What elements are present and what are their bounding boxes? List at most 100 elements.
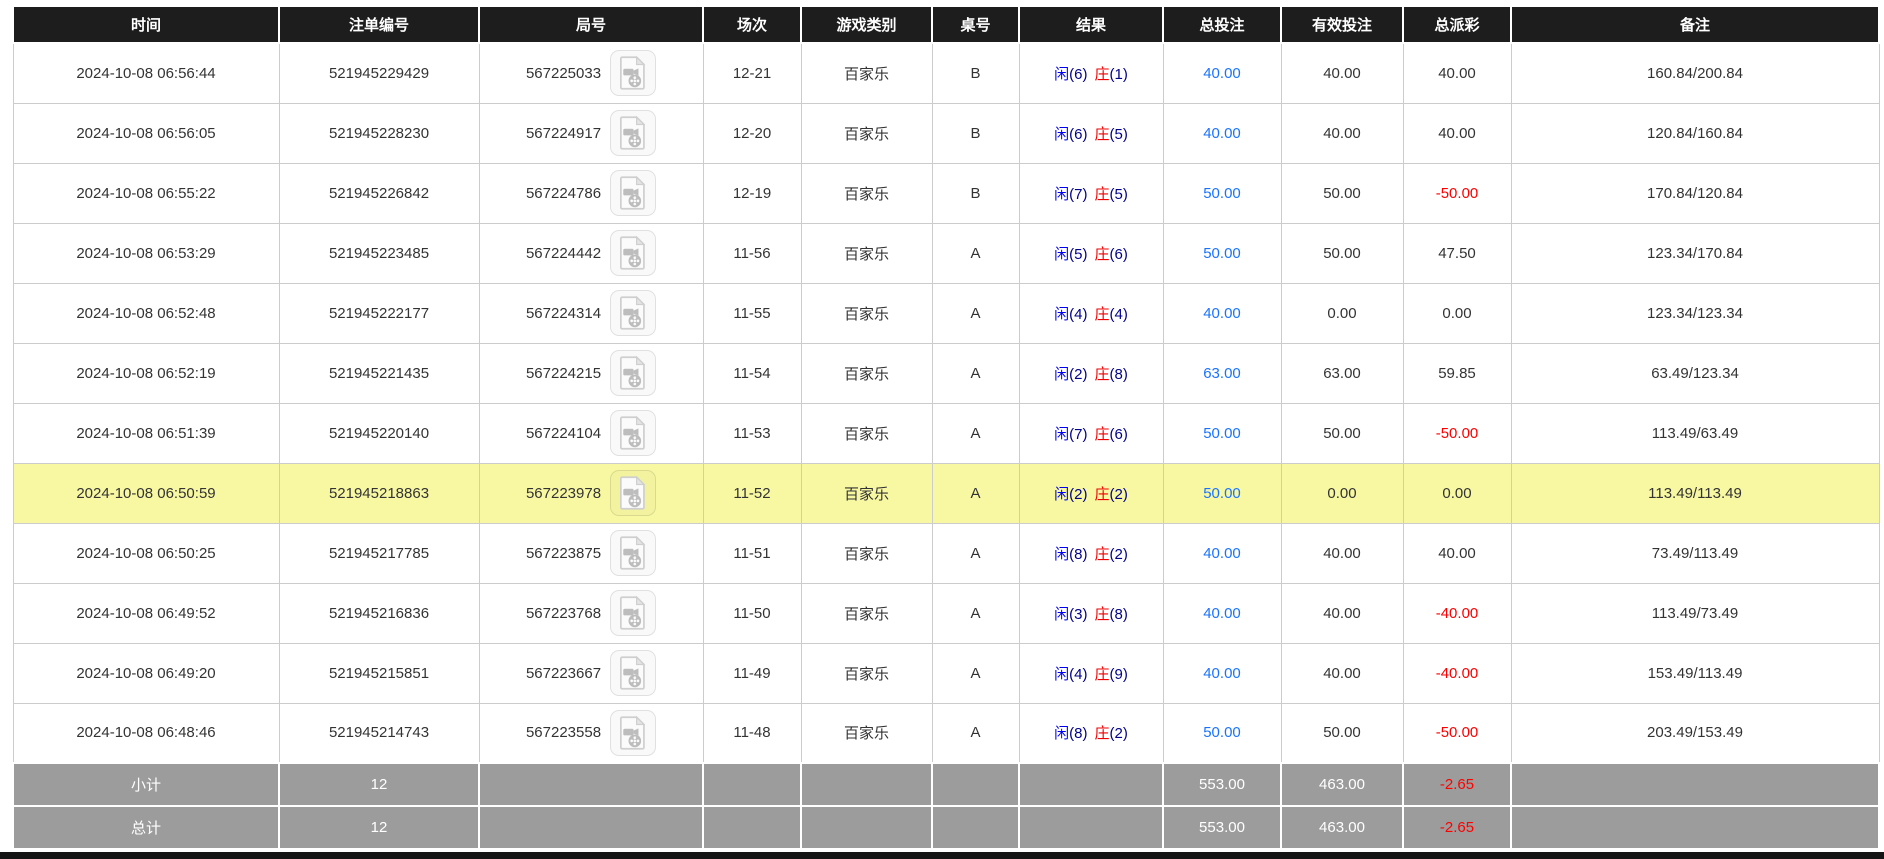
round-no-text: 567223667 (526, 665, 601, 682)
result-banker-label: 庄 (1095, 126, 1110, 143)
cell-order-no: 521945226842 (279, 163, 479, 223)
video-replay-button[interactable] (610, 650, 656, 696)
col-header-order-no: 注单编号 (279, 6, 479, 43)
video-replay-button[interactable] (610, 290, 656, 336)
video-replay-button[interactable] (610, 710, 656, 756)
video-replay-button[interactable] (610, 230, 656, 276)
cell-order-no: 521945228230 (279, 103, 479, 163)
result-player-score: (3) (1069, 606, 1087, 623)
table-row[interactable]: 2024-10-08 06:56:05 521945228230 5672249… (13, 103, 1879, 163)
total-bet-link[interactable]: 40.00 (1203, 65, 1241, 82)
cell-table-no: A (932, 643, 1019, 703)
result-player-label: 闲 (1054, 126, 1069, 143)
total-bet-link[interactable]: 40.00 (1203, 545, 1241, 562)
video-replay-button[interactable] (610, 410, 656, 456)
result-banker-label: 庄 (1095, 426, 1110, 443)
total-bet-link[interactable]: 50.00 (1203, 724, 1241, 741)
result-player-label: 闲 (1054, 186, 1069, 203)
total-bet-link[interactable]: 50.00 (1203, 185, 1241, 202)
cell-table-no: A (932, 223, 1019, 283)
cell-session: 12-21 (703, 43, 801, 103)
table-row[interactable]: 2024-10-08 06:56:44 521945229429 5672250… (13, 43, 1879, 103)
total-bet-link[interactable]: 40.00 (1203, 665, 1241, 682)
bet-records-table-wrap: 时间 注单编号 局号 场次 游戏类别 桌号 结果 总投注 有效投注 总派彩 备注… (0, 0, 1884, 850)
table-row[interactable]: 2024-10-08 06:48:46 521945214743 5672235… (13, 703, 1879, 763)
video-replay-button[interactable] (610, 530, 656, 576)
cell-total-bet: 40.00 (1163, 583, 1281, 643)
total-bet-link[interactable]: 40.00 (1203, 305, 1241, 322)
video-replay-button[interactable] (610, 590, 656, 636)
video-replay-button[interactable] (610, 110, 656, 156)
table-row[interactable]: 2024-10-08 06:50:25 521945217785 5672238… (13, 523, 1879, 583)
cell-remark: 153.49/113.49 (1511, 643, 1879, 703)
cell-remark: 63.49/123.34 (1511, 343, 1879, 403)
total-bet-link[interactable]: 40.00 (1203, 605, 1241, 622)
result-player-label: 闲 (1054, 426, 1069, 443)
cell-session: 11-56 (703, 223, 801, 283)
grand-total-payout: -2.65 (1403, 806, 1511, 849)
cell-result: 闲(7)庄(5) (1019, 163, 1163, 223)
result-banker-label: 庄 (1095, 725, 1110, 742)
cell-time: 2024-10-08 06:56:44 (13, 43, 279, 103)
result-player-label: 闲 (1054, 725, 1069, 742)
cell-remark: 123.34/170.84 (1511, 223, 1879, 283)
table-row[interactable]: 2024-10-08 06:52:19 521945221435 5672242… (13, 343, 1879, 403)
cell-time: 2024-10-08 06:49:20 (13, 643, 279, 703)
cell-time: 2024-10-08 06:50:59 (13, 463, 279, 523)
table-row[interactable]: 2024-10-08 06:51:39 521945220140 5672241… (13, 403, 1879, 463)
round-no-text: 567224442 (526, 245, 601, 262)
video-replay-button[interactable] (610, 50, 656, 96)
total-bet-link[interactable]: 63.00 (1203, 365, 1241, 382)
header-row: 时间 注单编号 局号 场次 游戏类别 桌号 结果 总投注 有效投注 总派彩 备注 (13, 6, 1879, 43)
table-row[interactable]: 2024-10-08 06:49:52 521945216836 5672237… (13, 583, 1879, 643)
cell-order-no: 521945222177 (279, 283, 479, 343)
col-header-game-type: 游戏类别 (801, 6, 932, 43)
result-player-score: (7) (1069, 426, 1087, 443)
cell-valid-bet: 40.00 (1281, 583, 1403, 643)
table-row[interactable]: 2024-10-08 06:52:48 521945222177 5672243… (13, 283, 1879, 343)
video-file-icon (618, 356, 648, 390)
cell-round-no: 567225033 (479, 43, 703, 103)
video-file-icon (618, 596, 648, 630)
table-row[interactable]: 2024-10-08 06:55:22 521945226842 5672247… (13, 163, 1879, 223)
result-player-label: 闲 (1054, 306, 1069, 323)
total-bet-link[interactable]: 50.00 (1203, 425, 1241, 442)
cell-game-type: 百家乐 (801, 43, 932, 103)
grand-total-count: 12 (279, 806, 479, 849)
subtotal-valid-bet: 463.00 (1281, 763, 1403, 806)
total-bet-link[interactable]: 50.00 (1203, 245, 1241, 262)
round-no-text: 567223558 (526, 724, 601, 741)
cell-result: 闲(5)庄(6) (1019, 223, 1163, 283)
subtotal-count: 12 (279, 763, 479, 806)
table-row[interactable]: 2024-10-08 06:49:20 521945215851 5672236… (13, 643, 1879, 703)
cell-round-no: 567224917 (479, 103, 703, 163)
cell-round-no: 567224215 (479, 343, 703, 403)
video-replay-button[interactable] (610, 170, 656, 216)
cell-session: 11-51 (703, 523, 801, 583)
subtotal-total-bet: 553.00 (1163, 763, 1281, 806)
cell-total-bet: 40.00 (1163, 103, 1281, 163)
result-player-score: (7) (1069, 186, 1087, 203)
cell-session: 11-50 (703, 583, 801, 643)
cell-game-type: 百家乐 (801, 223, 932, 283)
video-replay-button[interactable] (610, 350, 656, 396)
cell-round-no: 567223978 (479, 463, 703, 523)
cell-valid-bet: 0.00 (1281, 463, 1403, 523)
cell-table-no: B (932, 43, 1019, 103)
col-header-time: 时间 (13, 6, 279, 43)
total-bet-link[interactable]: 40.00 (1203, 125, 1241, 142)
cell-order-no: 521945214743 (279, 703, 479, 763)
cell-payout: 40.00 (1403, 43, 1511, 103)
cell-session: 11-48 (703, 703, 801, 763)
table-row[interactable]: 2024-10-08 06:50:59 521945218863 5672239… (13, 463, 1879, 523)
cell-time: 2024-10-08 06:48:46 (13, 703, 279, 763)
total-bet-link[interactable]: 50.00 (1203, 485, 1241, 502)
cell-game-type: 百家乐 (801, 283, 932, 343)
grand-total-valid-bet: 463.00 (1281, 806, 1403, 849)
cell-remark: 73.49/113.49 (1511, 523, 1879, 583)
cell-time: 2024-10-08 06:56:05 (13, 103, 279, 163)
result-banker-label: 庄 (1095, 306, 1110, 323)
video-replay-button[interactable] (610, 470, 656, 516)
table-row[interactable]: 2024-10-08 06:53:29 521945223485 5672244… (13, 223, 1879, 283)
cell-total-bet: 50.00 (1163, 703, 1281, 763)
